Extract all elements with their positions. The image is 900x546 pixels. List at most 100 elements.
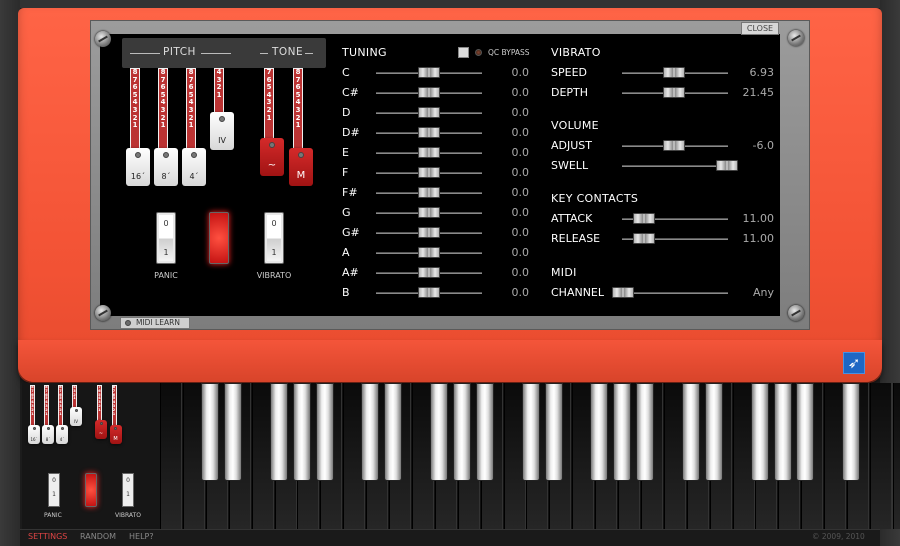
tab-label: IV xyxy=(74,418,78,424)
power-switch[interactable] xyxy=(209,212,229,264)
tab-hole-icon xyxy=(269,142,275,148)
tuning-slider[interactable] xyxy=(418,187,440,198)
sharp-key[interactable] xyxy=(430,383,448,481)
organ-lip xyxy=(18,340,882,382)
tuning-slider[interactable] xyxy=(418,167,440,178)
mini-panic-switch[interactable]: 01 xyxy=(48,473,60,507)
sharp-key[interactable] xyxy=(315,383,334,481)
tone-tab[interactable]: M xyxy=(109,425,122,444)
tuning-note-label: B xyxy=(342,286,350,299)
sharp-key[interactable] xyxy=(681,383,700,481)
tab-hole-icon xyxy=(60,427,64,430)
help-link[interactable]: HELP? xyxy=(129,532,154,541)
pitch-drawbar[interactable]: 8 7 6 5 4 3 2 1 xyxy=(130,68,140,150)
tuning-slider[interactable] xyxy=(418,87,440,98)
tuning-slider[interactable] xyxy=(418,247,440,258)
sharp-key[interactable] xyxy=(842,383,861,481)
pitch-drawbar[interactable]: 8 7 6 5 4 3 2 1 xyxy=(44,385,49,426)
sharp-key[interactable] xyxy=(636,383,655,481)
tuning-slider[interactable] xyxy=(418,207,440,218)
tuning-value: 0.0 xyxy=(511,226,530,239)
swell-slider[interactable] xyxy=(716,160,738,171)
channel-slider[interactable] xyxy=(612,287,634,298)
sharp-key[interactable] xyxy=(521,383,540,481)
tone-drawbar[interactable]: 7 6 5 4 3 2 1 xyxy=(264,68,274,140)
tone-tab[interactable]: ~ xyxy=(95,420,107,439)
pitch-tab[interactable]: 8´ xyxy=(154,148,178,186)
sharp-key[interactable] xyxy=(704,383,723,481)
tone-drawbar[interactable]: 7 6 5 4 3 2 1 xyxy=(97,385,102,421)
pitch-drawbar[interactable]: 4 3 2 1 xyxy=(214,68,224,114)
tone-drawbar[interactable]: 8 7 6 5 4 3 2 1 xyxy=(293,68,303,150)
sharp-key[interactable] xyxy=(475,383,494,481)
random-link[interactable]: RANDOM xyxy=(80,532,116,541)
tuning-note-label: G# xyxy=(342,226,360,239)
tone-tab[interactable]: ~ xyxy=(260,138,284,176)
channel-value: Any xyxy=(752,286,774,299)
tuning-value: 0.0 xyxy=(511,246,530,259)
logo-bird-icon[interactable]: ➶ xyxy=(843,352,865,374)
tuning-slider[interactable] xyxy=(418,127,440,138)
release-slider[interactable] xyxy=(633,233,655,244)
sharp-key[interactable] xyxy=(544,383,563,481)
pitch-drawbar[interactable]: 8 7 6 5 4 3 2 1 xyxy=(186,68,196,150)
pitch-tab[interactable]: 8´ xyxy=(42,425,54,444)
pitch-tab[interactable]: 4´ xyxy=(56,425,68,444)
tuning-slider[interactable] xyxy=(418,227,440,238)
settings-link[interactable]: SETTINGS xyxy=(28,532,67,541)
tuning-note-label: G xyxy=(342,206,351,219)
sharp-key[interactable] xyxy=(773,383,792,481)
natural-key[interactable] xyxy=(160,383,182,529)
sharp-key[interactable] xyxy=(384,383,403,481)
tuning-note-label: C# xyxy=(342,86,359,99)
pitch-drawbar[interactable]: 8 7 6 5 4 3 2 1 xyxy=(158,68,168,150)
frame-left xyxy=(0,0,20,546)
panic-switch[interactable]: 0 1 xyxy=(156,212,176,264)
divider xyxy=(130,53,160,54)
pitch-tab[interactable]: IV xyxy=(70,407,82,426)
adjust-label: ADJUST xyxy=(551,139,592,152)
mini-vibrato-switch[interactable]: 01 xyxy=(122,473,134,507)
attack-slider[interactable] xyxy=(633,213,655,224)
sharp-key[interactable] xyxy=(796,383,815,481)
divider xyxy=(305,53,313,54)
sharp-key[interactable] xyxy=(292,383,311,481)
natural-key[interactable] xyxy=(869,383,892,529)
pitch-drawbar[interactable]: 4 3 2 1 xyxy=(72,385,77,408)
pitch-tab[interactable]: 16´ xyxy=(28,425,40,444)
sharp-key[interactable] xyxy=(201,383,219,481)
natural-key[interactable] xyxy=(892,383,900,529)
vibrato-switch[interactable]: 0 1 xyxy=(264,212,284,264)
tone-drawbar[interactable]: 8 7 6 5 4 3 2 1 xyxy=(111,385,117,426)
tone-label: TONE xyxy=(272,46,304,58)
adjust-slider[interactable] xyxy=(663,140,685,151)
tuning-slider[interactable] xyxy=(418,67,440,78)
sharp-key[interactable] xyxy=(613,383,632,481)
sharp-key[interactable] xyxy=(269,383,288,481)
tuning-slider[interactable] xyxy=(418,267,440,278)
midi-learn-led-icon xyxy=(125,320,131,326)
speed-slider[interactable] xyxy=(663,67,685,78)
depth-slider[interactable] xyxy=(663,87,685,98)
rocker-bottom-label: 1 xyxy=(52,491,56,498)
sharp-key[interactable] xyxy=(223,383,242,481)
sharp-key[interactable] xyxy=(590,383,609,481)
pitch-drawbar[interactable]: 8 7 6 5 4 3 2 1 xyxy=(30,385,35,426)
qc-bypass-checkbox[interactable] xyxy=(458,47,469,58)
mini-power-switch[interactable] xyxy=(85,473,97,507)
tab-label: 16´ xyxy=(30,436,38,442)
pitch-tab[interactable]: 4´ xyxy=(182,148,206,186)
tuning-slider[interactable] xyxy=(418,287,440,298)
pitch-drawbar[interactable]: 8 7 6 5 4 3 2 1 xyxy=(58,385,63,426)
sharp-key[interactable] xyxy=(361,383,380,481)
tone-tab[interactable]: M xyxy=(289,148,313,186)
pitch-tab[interactable]: IV xyxy=(210,112,234,150)
sharp-key[interactable] xyxy=(750,383,769,481)
close-button[interactable]: CLOSE xyxy=(741,22,779,35)
sharp-key[interactable] xyxy=(452,383,471,481)
tuning-slider[interactable] xyxy=(418,147,440,158)
midi-learn-button[interactable]: MIDI LEARN xyxy=(120,317,190,329)
pitch-tab[interactable]: 16´ xyxy=(126,148,150,186)
tuning-value: 0.0 xyxy=(511,186,530,199)
tuning-slider[interactable] xyxy=(418,107,440,118)
